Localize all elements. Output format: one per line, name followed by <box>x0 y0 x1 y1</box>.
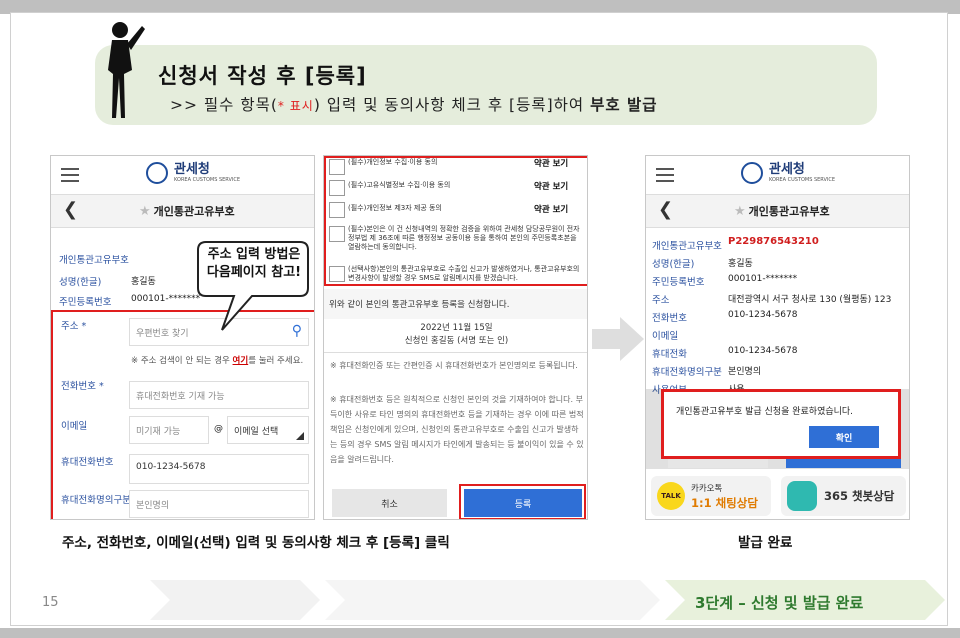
customs-emblem-icon <box>146 162 168 184</box>
ok-button[interactable]: 확인 <box>809 426 879 448</box>
row-label: 휴대전화명의구분 <box>652 367 722 378</box>
row-label: 전화번호 <box>652 313 687 324</box>
sub-header: ❮ ★ 개인통관고유부호 <box>51 195 314 228</box>
customs-emblem-icon <box>741 162 763 184</box>
kakao-chat-button[interactable]: TALK 카카오톡 1:1 채팅상담 <box>651 476 771 516</box>
bottom-strip <box>0 628 960 638</box>
row-label: 성명(한글) <box>652 259 695 270</box>
row-value: 본인명의 <box>728 367 762 377</box>
chatbot-label: 365 챗봇상담 <box>824 489 895 503</box>
favorite-star-icon[interactable]: ★ <box>139 204 151 219</box>
dialog-message: 개인통관고유부호 발급 신청을 완료하였습니다. <box>676 407 854 417</box>
menu-icon[interactable] <box>656 168 674 182</box>
customs-logo: 관세청 KOREA CUSTOMS SERVICE <box>741 162 835 184</box>
notice-2: ※ 휴대전화번호 등은 원칙적으로 신청인 본인의 것을 기재하여야 합니다. … <box>330 395 584 464</box>
apply-date: 2022년 11월 15일 <box>420 323 493 333</box>
row-value: 홍길동 <box>131 277 156 287</box>
back-icon[interactable]: ❮ <box>658 199 673 220</box>
confirm-bar: 위와 같이 본인의 통관고유부호 등록을 신청합니다. <box>324 289 587 319</box>
phone-agreement-screen: (필수)개인정보 수집·이용 동의 약관 보기 (필수)고유식별정보 수집·이용… <box>323 155 588 520</box>
row-label: 주소 <box>652 295 670 306</box>
row-value: 010-1234-5678 <box>728 310 798 320</box>
subtitle-prefix: >> 필수 항목( <box>170 96 278 114</box>
org-name-en: KOREA CUSTOMS SERVICE <box>769 177 836 183</box>
row-value: 000101-******* <box>728 274 798 284</box>
sub-header: ❮ ★ 개인통관고유부호 <box>646 195 909 228</box>
row-label: 주민등록번호 <box>652 277 705 288</box>
left-caption: 주소, 전화번호, 이메일(선택) 입력 및 동의사항 체크 후 [등록] 클릭 <box>62 535 450 551</box>
row-label: 휴대전화 <box>652 349 687 360</box>
notice-1: ※ 휴대전화인증 또는 간편인증 시 휴대전화번호가 본인명의로 등록됩니다. <box>330 361 578 370</box>
row-label: 개인통관고유부호 <box>652 241 722 252</box>
row-label: 개인통관고유부호 <box>59 255 129 266</box>
divider <box>324 352 587 353</box>
row-label: 이메일 <box>652 331 679 342</box>
callout-text: 주소 입력 방법은 다음페이지 참고! <box>206 247 302 280</box>
org-name-en: KOREA CUSTOMS SERVICE <box>174 177 241 183</box>
screen-title: ★ 개인통관고유부호 <box>734 204 830 219</box>
screen-title: ★ 개인통관고유부호 <box>139 204 235 219</box>
org-name: 관세청 <box>769 162 805 177</box>
app-header: 관세청 KOREA CUSTOMS SERVICE <box>51 156 314 195</box>
required-mark: * 표시 <box>277 99 314 113</box>
subtitle-middle: ) 입력 및 동의사항 체크 후 [등록]하여 <box>313 96 591 114</box>
customs-logo: 관세청 KOREA CUSTOMS SERVICE <box>146 162 240 184</box>
chatbot-icon <box>787 481 817 511</box>
page-number: 15 <box>42 595 59 610</box>
page-title: 신청서 작성 후 [등록] <box>158 64 367 88</box>
completion-dialog: 개인통관고유부호 발급 신청을 완료하였습니다. 확인 <box>661 389 901 459</box>
phone-complete-screen: 관세청 KOREA CUSTOMS SERVICE ❮ ★ 개인통관고유부호 개인통… <box>645 155 910 520</box>
page-subtitle: >> 필수 항목(* 표시) 입력 및 동의사항 체크 후 [등록]하여 부호 … <box>170 93 658 115</box>
row-value: 대전광역시 서구 청사로 130 (월평동) 123 <box>728 295 892 305</box>
signer: 신청인 홍길동 (서명 또는 인) <box>404 336 509 346</box>
row-label: 주민등록번호 <box>59 297 112 308</box>
row-value: 홍길동 <box>728 259 753 269</box>
org-name: 관세청 <box>174 162 210 177</box>
kakao-chat-label: 1:1 채팅상담 <box>691 496 758 510</box>
presenter-silhouette-icon <box>108 22 145 118</box>
confirm-text: 위와 같이 본인의 통관고유부호 등록을 신청합니다. <box>329 300 510 310</box>
customs-code-value: P229876543210 <box>728 236 819 247</box>
row-label: 성명(한글) <box>59 277 102 288</box>
right-arrow-icon <box>592 317 644 361</box>
right-caption: 발급 완료 <box>738 535 793 551</box>
chatbot-button[interactable]: 365 챗봇상담 <box>781 476 906 516</box>
favorite-star-icon[interactable]: ★ <box>734 204 746 219</box>
kakao-talk-icon: TALK <box>657 482 685 510</box>
step-label: 3단계 – 신청 및 발급 완료 <box>695 594 864 612</box>
back-icon[interactable]: ❮ <box>63 199 78 220</box>
app-header: 관세청 KOREA CUSTOMS SERVICE <box>646 156 909 195</box>
subtitle-bold: 부호 발급 <box>590 96 658 114</box>
menu-icon[interactable] <box>61 168 79 182</box>
row-value: 010-1234-5678 <box>728 346 798 356</box>
signature-block: 2022년 11월 15일 신청인 홍길동 (서명 또는 인) <box>324 322 587 348</box>
submit-highlight-box <box>459 484 586 519</box>
cancel-button[interactable]: 취소 <box>332 489 447 517</box>
kakao-label: 카카오톡 <box>691 484 723 494</box>
agreement-highlight-box <box>324 156 587 286</box>
